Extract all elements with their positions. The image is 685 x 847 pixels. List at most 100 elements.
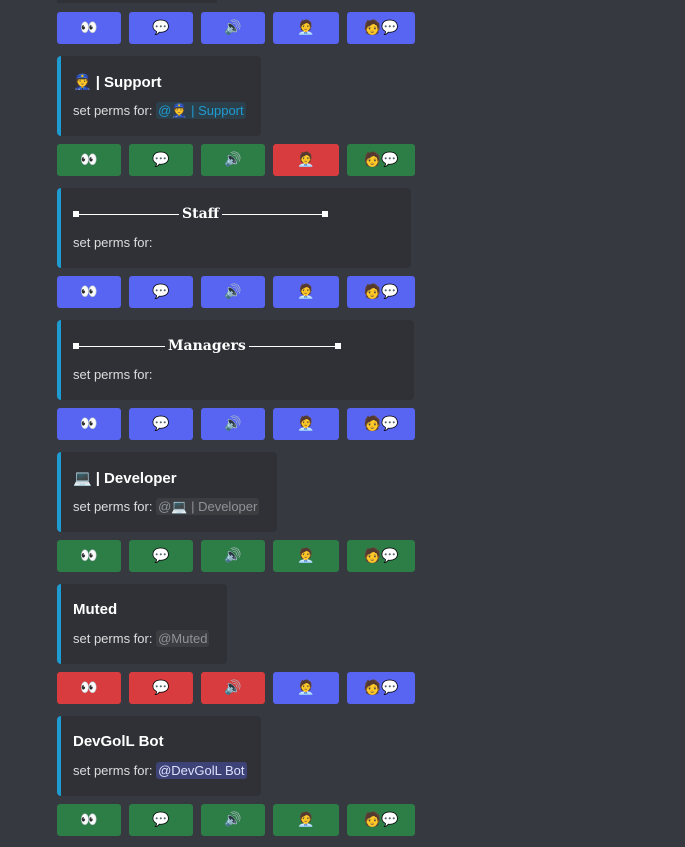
eyes-icon: 👀 (80, 548, 98, 564)
police-officer-icon: 👮 (73, 74, 92, 91)
speech-bubble-icon: 💬 (152, 416, 170, 432)
speech-bubble-icon: 💬 (152, 812, 170, 828)
view-perm-button[interactable]: 👀 (57, 144, 121, 176)
desc-prefix: set perms for: (73, 763, 153, 778)
desc-prefix: set perms for: (73, 631, 153, 646)
manage-perm-button[interactable]: 🧑‍💼 (273, 144, 339, 176)
person-document-icon: 🧑‍💼 (297, 416, 315, 432)
message-perm-button[interactable]: 🧑‍💬 (347, 672, 415, 704)
speech-bubble-icon: 💬 (152, 680, 170, 696)
divider-line (79, 345, 165, 347)
speaker-icon: 🔊 (224, 680, 242, 696)
message-perm-button[interactable]: 🧑‍💬 (347, 276, 415, 308)
manage-perm-button[interactable]: 🧑‍💼 (273, 276, 339, 308)
manage-perm-button[interactable]: 🧑‍💼 (273, 408, 339, 440)
chat-perm-button[interactable]: 💬 (129, 12, 193, 44)
eyes-icon: 👀 (80, 284, 98, 300)
role-mention[interactable]: @DevGolL Bot (156, 762, 247, 779)
voice-perm-button[interactable]: 🔊 (201, 408, 265, 440)
view-perm-button[interactable]: 👀 (57, 408, 121, 440)
manage-perm-button[interactable]: 🧑‍💼 (273, 540, 339, 572)
manage-perm-button[interactable]: 🧑‍💼 (273, 804, 339, 836)
eyes-icon: 👀 (80, 20, 98, 36)
divider-end-icon (334, 343, 341, 349)
embed-title: Muted (73, 601, 117, 618)
desc-prefix: set perms for: (73, 235, 153, 250)
divider-line (248, 345, 335, 347)
voice-perm-button[interactable]: 🔊 (201, 540, 265, 572)
eyes-icon: 👀 (80, 152, 98, 168)
embed-title: Staff (73, 206, 329, 222)
speaker-icon: 🔊 (224, 548, 242, 564)
role-embed-support: 👮 | Support set perms for: @👮 | Support (57, 56, 261, 136)
divider-line (79, 213, 179, 215)
role-embed-muted: Muted set perms for: @Muted (57, 584, 227, 664)
view-perm-button[interactable]: 👀 (57, 540, 121, 572)
chat-perm-button[interactable]: 💬 (129, 144, 193, 176)
person-document-icon: 🧑‍💼 (297, 284, 315, 300)
desc-prefix: set perms for: (73, 367, 153, 382)
embed-title-text: Managers (168, 338, 246, 354)
speech-bubble-icon: 💬 (152, 152, 170, 168)
person-speech-icon: 🧑‍💬 (363, 284, 399, 300)
embed-description: set perms for: @💻 | Developer (73, 498, 260, 515)
voice-perm-button[interactable]: 🔊 (201, 276, 265, 308)
voice-perm-button[interactable]: 🔊 (201, 804, 265, 836)
role-embed-managers: Managers set perms for: (57, 320, 414, 400)
embed-title: Managers (73, 338, 341, 354)
embed-title: DevGolL Bot (73, 733, 164, 750)
voice-perm-button[interactable]: 🔊 (201, 12, 265, 44)
embed-title-text: Staff (182, 206, 220, 222)
role-mention[interactable]: @Muted (156, 630, 210, 647)
speech-bubble-icon: 💬 (152, 548, 170, 564)
view-perm-button[interactable]: 👀 (57, 672, 121, 704)
chat-perm-button[interactable]: 💬 (129, 276, 193, 308)
embed-title-text: Muted (73, 601, 118, 618)
embed-title-text: | Support (95, 73, 162, 91)
embed-title-text: DevGolL Bot (73, 733, 164, 750)
person-speech-icon: 🧑‍💬 (363, 20, 399, 36)
person-document-icon: 🧑‍💼 (297, 20, 315, 36)
desc-prefix: set perms for: (73, 103, 153, 118)
role-embed-developer: 💻 | Developer set perms for: @💻 | Develo… (57, 452, 277, 532)
message-perm-button[interactable]: 🧑‍💬 (347, 540, 415, 572)
chat-perm-button[interactable]: 💬 (129, 672, 193, 704)
chat-perm-button[interactable]: 💬 (129, 804, 193, 836)
view-perm-button[interactable]: 👀 (57, 276, 121, 308)
embed-title: 💻 | Developer (73, 469, 177, 488)
embed-description: set perms for: @👮 | Support (73, 102, 246, 119)
chat-perm-button[interactable]: 💬 (129, 540, 193, 572)
speech-bubble-icon: 💬 (152, 284, 170, 300)
message-perm-button[interactable]: 🧑‍💬 (347, 804, 415, 836)
eyes-icon: 👀 (80, 812, 98, 828)
person-speech-icon: 🧑‍💬 (363, 152, 399, 168)
message-perm-button[interactable]: 🧑‍💬 (347, 12, 415, 44)
person-document-icon: 🧑‍💼 (297, 680, 315, 696)
person-document-icon: 🧑‍💼 (297, 812, 315, 828)
role-embed-staff: Staff set perms for: (57, 188, 411, 268)
previous-embed-edge (57, 0, 217, 3)
person-speech-icon: 🧑‍💬 (363, 680, 399, 696)
view-perm-button[interactable]: 👀 (57, 804, 121, 836)
divider-line (222, 213, 323, 215)
message-perm-button[interactable]: 🧑‍💬 (347, 408, 415, 440)
person-document-icon: 🧑‍💼 (297, 548, 315, 564)
message-perm-button[interactable]: 🧑‍💬 (347, 144, 415, 176)
manage-perm-button[interactable]: 🧑‍💼 (273, 12, 339, 44)
voice-perm-button[interactable]: 🔊 (201, 672, 265, 704)
eyes-icon: 👀 (80, 680, 98, 696)
role-mention[interactable]: @💻 | Developer (156, 498, 260, 515)
embed-title: 👮 | Support (73, 73, 162, 92)
role-embed-bot: DevGolL Bot set perms for: @DevGolL Bot (57, 716, 261, 796)
embed-description: set perms for: (73, 367, 152, 382)
view-perm-button[interactable]: 👀 (57, 12, 121, 44)
voice-perm-button[interactable]: 🔊 (201, 144, 265, 176)
chat-perm-button[interactable]: 💬 (129, 408, 193, 440)
speaker-icon: 🔊 (224, 152, 242, 168)
speaker-icon: 🔊 (224, 20, 242, 36)
person-document-icon: 🧑‍💼 (297, 152, 315, 168)
role-mention[interactable]: @👮 | Support (156, 102, 246, 119)
manage-perm-button[interactable]: 🧑‍💼 (273, 672, 339, 704)
embed-description: set perms for: @DevGolL Bot (73, 762, 247, 779)
embed-description: set perms for: (73, 235, 152, 250)
